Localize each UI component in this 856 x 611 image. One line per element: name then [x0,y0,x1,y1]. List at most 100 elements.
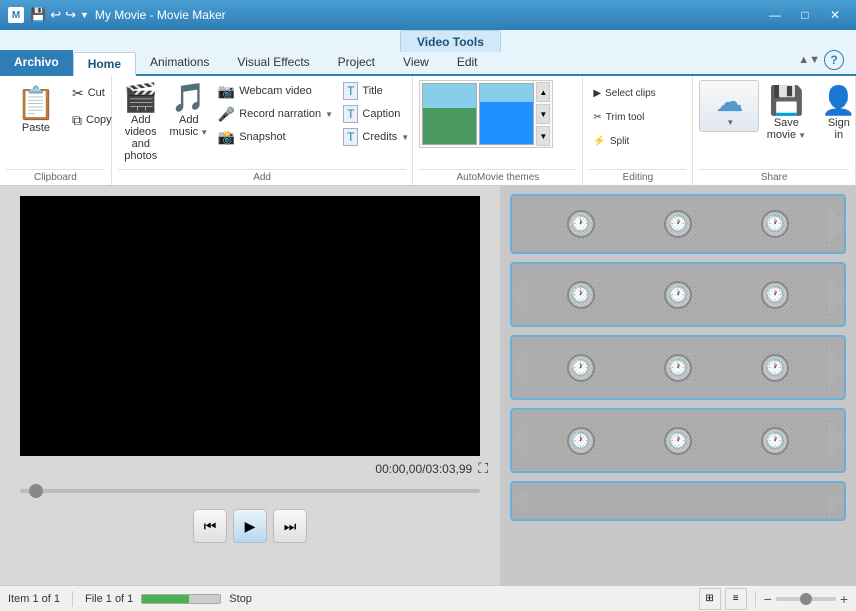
title-button[interactable]: T Title [339,80,413,102]
copy-icon: ⧉ [72,112,82,129]
maximize-button[interactable]: □ [792,5,818,25]
expand-preview-icon[interactable]: ⛶ [478,460,488,477]
sign-label1: Sign [828,117,850,129]
add-group-label: Add [118,169,407,185]
onedrive-upload-button[interactable]: ☁ ▼ [699,80,759,132]
add-content: 🎬 Add videos and photos 🎵 Add music ▼ 📷 … [118,80,407,167]
strip-arrow-left-5 [512,489,528,513]
film-strip-2[interactable]: 🕐 🕐 🕐 [510,262,846,327]
timeline-scrubber[interactable] [20,481,480,501]
copy-button[interactable]: ⧉ Copy [68,107,116,133]
save-movie-label2: movie [767,129,796,141]
help-button[interactable]: ? [824,50,844,70]
tab-animations[interactable]: Animations [136,50,223,74]
scrubber-thumb[interactable] [29,484,43,498]
main-content: 00:00,00/03:03,99 ⛶ ⏮ ▶ ⏭ 🕐 🕐 🕐 [0,186,856,585]
music-dropdown-arrow: ▼ [200,128,208,137]
storyboard-view-button[interactable]: ⊞ [699,588,721,610]
ribbon-group-automovie: ▲ ▼ ▼ AutoMovie themes [413,76,583,185]
tab-view[interactable]: View [389,50,443,74]
film-strip-5[interactable] [510,481,846,521]
app-logo: M [8,7,24,23]
credits-button[interactable]: T Credits ▼ [339,126,413,148]
scrubber-track[interactable] [20,489,480,493]
tab-edit[interactable]: Edit [443,50,492,74]
gallery-scroll-arrows: ▲ ▼ ▼ [536,82,550,146]
paste-button[interactable]: 📋 Paste [6,80,66,138]
stop-button[interactable]: Stop [229,593,252,605]
tab-project[interactable]: Project [324,50,389,74]
add-videos-button[interactable]: 🎬 Add videos and photos [118,80,164,166]
timeline-view-button[interactable]: ≡ [725,588,747,610]
gallery-up-arrow[interactable]: ▲ [536,82,550,102]
quick-access-toolbar[interactable]: 💾 ↩ ↪ ▼ [30,7,89,23]
film-strip-1[interactable]: 🕐 🕐 🕐 [510,194,846,254]
strip-content-5 [512,497,844,505]
minimize-button[interactable]: — [762,5,788,25]
narration-label: Record narration [239,108,321,120]
webcam-video-button[interactable]: 📷 Webcam video [214,80,337,102]
save-movie-button[interactable]: 💾 Save movie ▼ [761,80,811,145]
title-bar-left: M 💾 ↩ ↪ ▼ My Movie - Movie Maker [8,7,226,23]
storyboard-scroll[interactable]: 🕐 🕐 🕐 🕐 🕐 🕐 🕐 [500,186,856,585]
dropdown-arrow-icon[interactable]: ▼ [80,10,89,20]
snapshot-button[interactable]: 📸 Snapshot [214,126,337,148]
strip-arrow-right-4 [828,421,844,461]
narration-icon: 🎤 [218,106,235,123]
close-button[interactable]: ✕ [822,5,848,25]
strip-content-4: 🕐 🕐 🕐 [512,423,844,459]
zoom-slider[interactable] [776,597,836,601]
split-icon: ⚡ [593,136,605,147]
record-narration-button[interactable]: 🎤 Record narration ▼ [214,103,337,125]
tab-home[interactable]: Home [73,52,136,76]
snapshot-label: Snapshot [239,131,285,143]
tab-visual-effects[interactable]: Visual Effects [223,50,323,74]
editing-select-button[interactable]: ▶ Select clips [589,82,659,104]
add-photos-label: and photos [124,138,158,162]
zoom-in-button[interactable]: + [840,591,848,607]
zoom-out-button[interactable]: − [764,591,772,607]
clipboard-group-label: Clipboard [6,169,105,185]
editing-split-button[interactable]: ⚡ Split [589,130,633,152]
gallery-down-arrow[interactable]: ▼ [536,126,550,146]
add-music-button[interactable]: 🎵 Add music ▼ [166,80,212,142]
rewind-button[interactable]: ⏮ [193,509,227,543]
add-videos-icon: 🎬 [123,84,158,112]
ribbon-group-clipboard: 📋 Paste ✂ Cut ⧉ Copy Clipboard [0,76,112,185]
cut-icon: ✂ [72,85,84,102]
redo-icon[interactable]: ↪ [65,7,76,23]
copy-label: Copy [86,114,112,126]
step-forward-button[interactable]: ⏭ [273,509,307,543]
sign-in-button[interactable]: 👤 Sign in [813,80,856,145]
storyboard-panel: 🕐 🕐 🕐 🕐 🕐 🕐 🕐 [500,186,856,585]
context-tab-bar: Video Tools [0,30,856,52]
cut-button[interactable]: ✂ Cut [68,80,116,106]
play-button[interactable]: ▶ [233,509,267,543]
clipboard-small-btns: ✂ Cut ⧉ Copy [68,80,116,133]
strip-arrow-left-2 [512,275,528,315]
zoom-slider-thumb[interactable] [800,593,812,605]
save-quick-icon[interactable]: 💾 [30,7,46,23]
theme-ocean-preview [480,84,533,144]
theme-ocean[interactable] [479,83,534,145]
film-strip-3[interactable]: 🕐 🕐 🕐 [510,335,846,400]
undo-icon[interactable]: ↩ [50,7,61,23]
window-title: My Movie - Movie Maker [95,8,226,22]
playback-controls: ⏮ ▶ ⏭ [193,509,307,543]
film-clock-3b: 🕐 [664,354,692,382]
theme-landscape[interactable] [422,83,477,145]
sign-label2: in [835,129,844,141]
window-controls[interactable]: — □ ✕ [762,5,848,25]
video-preview[interactable] [20,196,480,456]
film-strip-4[interactable]: 🕐 🕐 🕐 [510,408,846,473]
video-tools-tab[interactable]: Video Tools [400,30,501,52]
status-divider-1 [72,591,73,607]
gallery-mid-arrow[interactable]: ▼ [536,104,550,124]
caption-icon: T [343,105,358,123]
onedrive-arrow: ▼ [726,118,734,127]
automovie-group-label: AutoMovie themes [419,169,576,185]
tab-archivo[interactable]: Archivo [0,50,73,74]
snapshot-icon: 📸 [218,129,235,146]
editing-trim-button[interactable]: ✂ Trim tool [589,106,648,128]
caption-button[interactable]: T Caption [339,103,413,125]
